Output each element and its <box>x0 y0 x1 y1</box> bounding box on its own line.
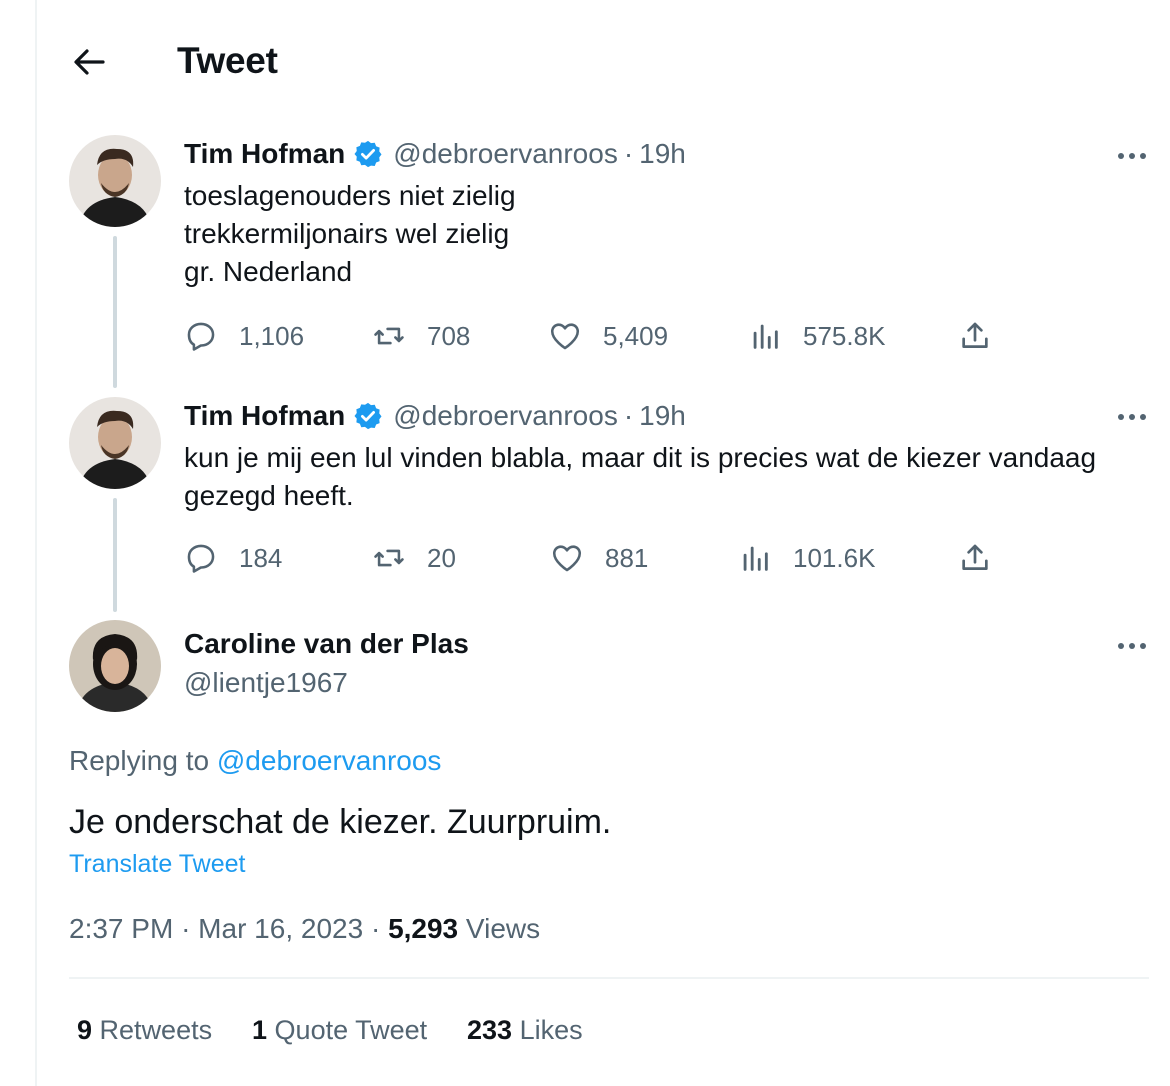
verified-badge-icon <box>354 402 382 430</box>
retweets-label: Retweets <box>99 1015 213 1045</box>
tweet-page: Tweet Tim Hofman @debroervanroos · 19h t… <box>35 0 1170 1086</box>
tweet-text: toeslagenouders niet zielig trekkermiljo… <box>184 177 516 291</box>
reply-count: 184 <box>239 542 283 573</box>
tweet-line: toeslagenouders niet zielig <box>184 180 516 211</box>
tweet-meta: 2:37 PM · Mar 16, 2023 · 5,293 Views <box>69 913 540 945</box>
views-count: 101.6K <box>793 542 876 573</box>
more-dots-icon <box>1118 643 1146 649</box>
divider <box>69 977 1149 979</box>
main-tweet-text: Je onderschat de kiezer. Zuurpruim. <box>69 803 612 841</box>
views-label: Views <box>465 913 541 944</box>
quote-tweets-stat-link[interactable]: 1 Quote Tweet <box>252 1015 427 1046</box>
thread-line <box>113 498 117 612</box>
avatar-photo-icon <box>69 620 161 712</box>
more-options-button[interactable] <box>1112 144 1152 168</box>
tweet-header: Tim Hofman @debroervanroos · 19h <box>184 400 686 432</box>
like-count: 881 <box>605 542 649 573</box>
separator-dot: · <box>181 913 191 944</box>
display-name[interactable]: Tim Hofman <box>184 400 345 432</box>
page-title: Tweet <box>177 40 278 81</box>
reply-button[interactable]: 184 <box>183 540 282 576</box>
tweet-line: kun je mij een lul vinden blabla, maar d… <box>184 442 1097 473</box>
back-button[interactable] <box>67 42 111 82</box>
views-button[interactable]: 101.6K <box>737 540 875 576</box>
like-button[interactable]: 5,409 <box>547 318 668 354</box>
handle[interactable]: @debroervanroos <box>393 138 618 170</box>
heart-icon <box>549 540 585 576</box>
views-chart-icon <box>747 318 783 354</box>
reply-button[interactable]: 1,106 <box>183 318 304 354</box>
views-count: 575.8K <box>803 320 886 351</box>
avatar[interactable] <box>69 397 161 489</box>
display-name[interactable]: Caroline van der Plas <box>184 628 469 660</box>
likes-count: 233 <box>467 1015 513 1045</box>
retweet-button[interactable]: 20 <box>371 540 456 576</box>
reply-icon <box>183 540 219 576</box>
like-button[interactable]: 881 <box>549 540 648 576</box>
handle[interactable]: @lientje1967 <box>184 667 348 699</box>
more-options-button[interactable] <box>1112 405 1152 429</box>
timestamp[interactable]: 19h <box>639 138 686 170</box>
quotes-count: 1 <box>252 1015 268 1045</box>
tweet-header: Tim Hofman @debroervanroos · 19h <box>184 138 686 170</box>
like-count: 5,409 <box>603 320 669 351</box>
verified-badge-icon <box>354 140 382 168</box>
separator-dot: · <box>623 400 634 431</box>
retweet-count: 20 <box>427 542 456 573</box>
retweet-button[interactable]: 708 <box>371 318 470 354</box>
tweet-time[interactable]: 2:37 PM <box>69 913 173 944</box>
handle[interactable]: @debroervanroos <box>393 400 618 432</box>
replying-to: Replying to @debroervanroos <box>69 745 441 777</box>
views-chart-icon <box>737 540 773 576</box>
timestamp[interactable]: 19h <box>639 400 686 432</box>
heart-icon <box>547 318 583 354</box>
quotes-label: Quote Tweet <box>274 1015 428 1045</box>
avatar[interactable] <box>69 135 161 227</box>
avatar[interactable] <box>69 620 161 712</box>
more-dots-icon <box>1118 414 1146 420</box>
main-tweet-header: Caroline van der Plas <box>184 628 469 660</box>
share-button[interactable] <box>957 318 993 354</box>
tweet-line: trekkermiljonairs wel zielig <box>184 218 510 249</box>
reply-icon <box>183 318 219 354</box>
thread-line <box>113 236 117 388</box>
retweets-stat-link[interactable]: 9 Retweets <box>77 1015 212 1046</box>
tweet-text: kun je mij een lul vinden blabla, maar d… <box>184 439 1096 515</box>
retweet-count: 708 <box>427 320 471 351</box>
display-name[interactable]: Tim Hofman <box>184 138 345 170</box>
translate-tweet-link[interactable]: Translate Tweet <box>69 850 245 879</box>
tweet-line: gr. Nederland <box>184 256 353 287</box>
avatar-photo-icon <box>69 397 161 489</box>
tweet-date[interactable]: Mar 16, 2023 <box>198 913 363 944</box>
share-button[interactable] <box>957 540 993 576</box>
likes-label: Likes <box>519 1015 583 1045</box>
views-button[interactable]: 575.8K <box>747 318 885 354</box>
separator-dot: · <box>623 138 634 169</box>
retweets-count: 9 <box>77 1015 93 1045</box>
tweet-line: gezegd heeft. <box>184 480 354 511</box>
share-icon <box>957 540 993 576</box>
views-count: 5,293 <box>388 913 459 944</box>
retweet-icon <box>371 318 407 354</box>
separator-dot: · <box>370 913 381 944</box>
reply-count: 1,106 <box>239 320 305 351</box>
more-dots-icon <box>1118 153 1146 159</box>
arrow-left-icon <box>74 49 105 75</box>
likes-stat-link[interactable]: 233 Likes <box>467 1015 583 1046</box>
replying-handle-link[interactable]: @debroervanroos <box>217 745 442 776</box>
share-icon <box>957 318 993 354</box>
more-options-button[interactable] <box>1112 634 1152 658</box>
replying-label: Replying to <box>69 745 210 776</box>
retweet-icon <box>371 540 407 576</box>
avatar-photo-icon <box>69 135 161 227</box>
